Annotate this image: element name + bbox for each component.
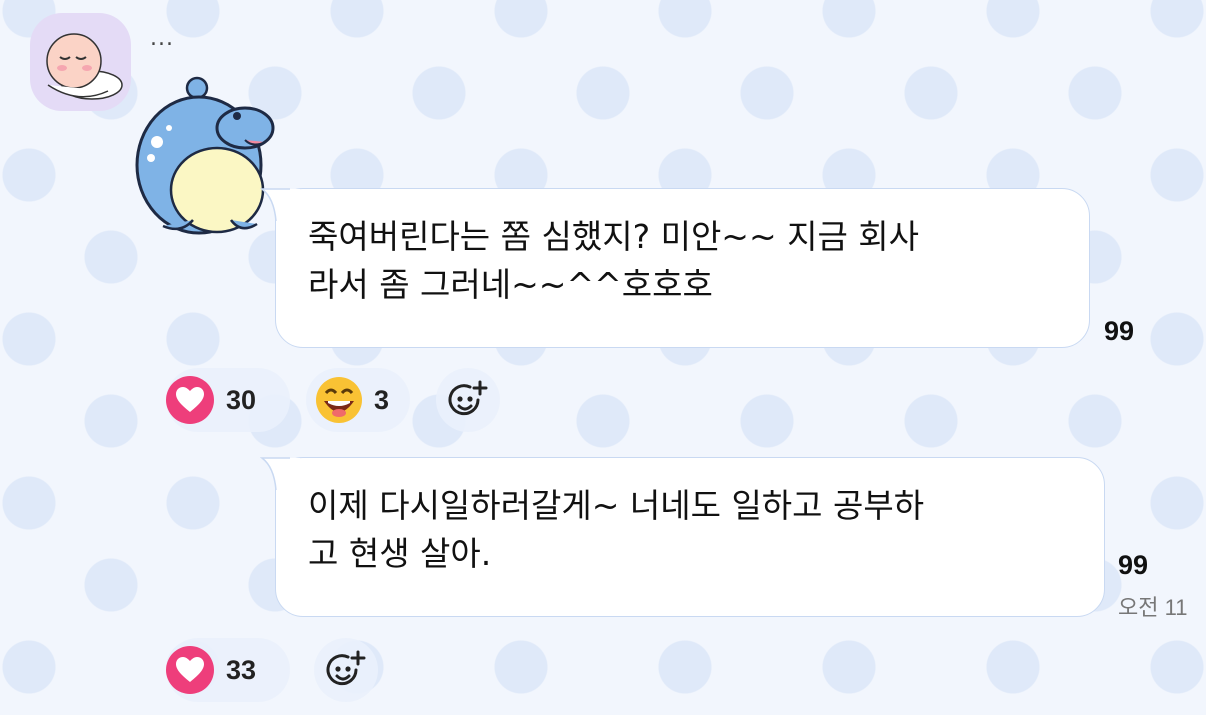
laugh-count: 3 xyxy=(374,384,390,415)
bubble-tail xyxy=(260,188,300,222)
message-text-line: 이제 다시일하러갈게~ 너네도 일하고 공부하 xyxy=(308,486,925,525)
add-reaction-button[interactable] xyxy=(436,368,500,432)
heart-icon xyxy=(166,646,214,694)
laugh-reaction-chip[interactable]: 3 xyxy=(306,368,410,432)
sender-name: ... xyxy=(150,26,174,51)
blue-seal-sticker-icon xyxy=(135,76,275,235)
heart-reaction-chip[interactable]: 30 xyxy=(166,368,290,432)
message-bubble[interactable]: 죽여버린다는 쫌 심했지? 미안~~ 지금 회사 라서 좀 그러네~~^^호호호 xyxy=(260,188,1090,348)
message-text-line: 고 현생 살아. xyxy=(308,534,492,573)
heart-reaction-chip[interactable]: 33 xyxy=(166,638,290,702)
heart-count: 33 xyxy=(226,654,257,685)
add-reaction-button[interactable] xyxy=(314,638,378,702)
message-time: 오전 11 xyxy=(1118,595,1188,620)
read-count: 99 xyxy=(1118,550,1149,580)
add-reaction-icon xyxy=(448,380,488,416)
message-text-line: 라서 좀 그러네~~^^호호호 xyxy=(308,265,713,304)
heart-icon xyxy=(166,376,214,424)
laughing-emoji-icon xyxy=(316,377,362,423)
add-reaction-icon xyxy=(326,650,366,686)
profile-avatar[interactable] xyxy=(30,13,131,111)
heart-count: 30 xyxy=(226,384,257,415)
message-text-line: 죽여버린다는 쫌 심했지? 미안~~ 지금 회사 xyxy=(308,217,920,256)
sticker-image xyxy=(133,70,278,240)
sleeping-character-icon xyxy=(46,33,123,100)
read-count: 99 xyxy=(1104,316,1135,346)
bubble-tail xyxy=(260,457,300,491)
message-bubble[interactable]: 이제 다시일하러갈게~ 너네도 일하고 공부하 고 현생 살아. xyxy=(260,457,1105,617)
